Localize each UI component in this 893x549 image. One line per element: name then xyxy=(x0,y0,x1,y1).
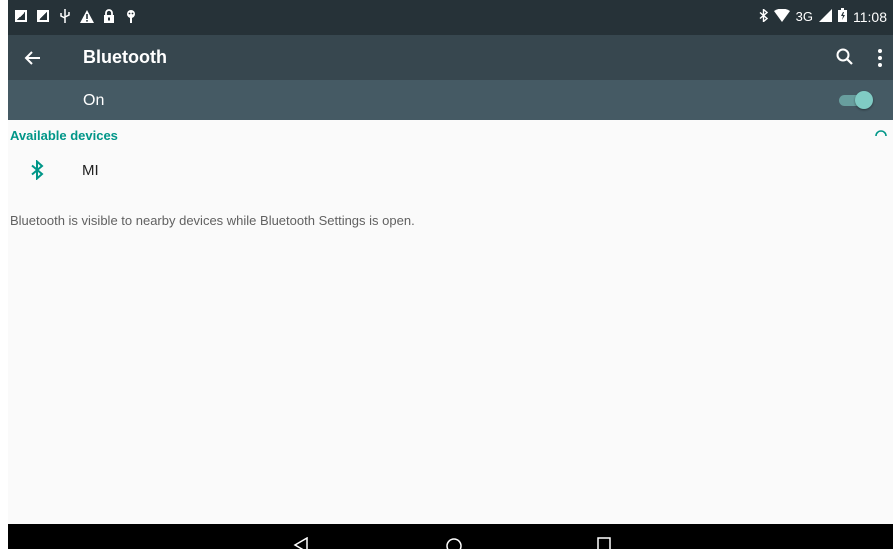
toggle-thumb xyxy=(855,91,873,109)
lock-icon xyxy=(102,9,116,23)
image-notification-icon xyxy=(36,9,50,23)
usb-icon xyxy=(58,9,72,23)
wifi-icon xyxy=(773,8,790,25)
notification-icons xyxy=(14,9,138,23)
device-name: MI xyxy=(82,162,99,179)
screen: 3G 11:08 Bluetooth On Available devices … xyxy=(8,0,893,549)
clock: 11:08 xyxy=(853,8,887,25)
bluetooth-icon xyxy=(759,7,768,25)
bluetooth-switch-bar[interactable]: On xyxy=(8,80,893,120)
image-notification-icon xyxy=(14,9,28,23)
app-bar: Bluetooth xyxy=(8,35,893,80)
bluetooth-toggle[interactable] xyxy=(839,91,873,109)
signal-icon xyxy=(819,8,832,25)
visibility-note: Bluetooth is visible to nearby devices w… xyxy=(10,213,415,228)
status-bar: 3G 11:08 xyxy=(8,0,893,35)
warning-icon xyxy=(80,9,94,23)
page-title: Bluetooth xyxy=(83,47,167,67)
nav-recents-icon[interactable] xyxy=(597,537,611,549)
battery-icon xyxy=(838,8,847,25)
system-status: 3G 11:08 xyxy=(759,7,887,25)
nav-home-icon[interactable] xyxy=(445,537,463,549)
search-icon[interactable] xyxy=(835,47,855,67)
scanning-spinner-icon xyxy=(873,127,889,143)
android-debug-icon xyxy=(124,9,138,23)
back-arrow-icon[interactable] xyxy=(20,45,46,71)
available-devices-header: Available devices xyxy=(10,128,118,143)
bluetooth-icon xyxy=(30,159,44,181)
network-type: 3G xyxy=(795,9,813,24)
nav-back-icon[interactable] xyxy=(293,536,309,549)
switch-label: On xyxy=(83,92,105,109)
navigation-bar xyxy=(8,524,893,549)
device-item[interactable]: MI xyxy=(8,152,893,188)
more-vert-icon[interactable] xyxy=(873,47,887,69)
